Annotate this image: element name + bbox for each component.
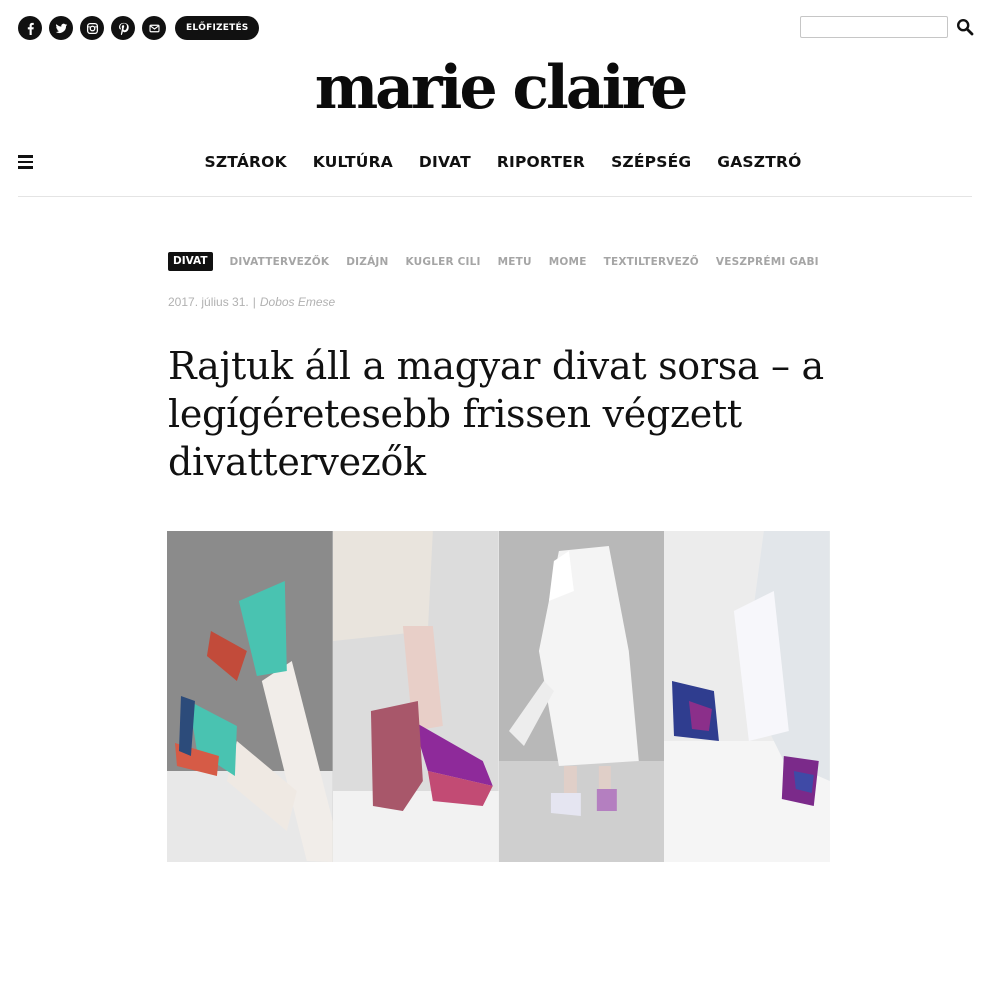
tag-link[interactable]: METU xyxy=(498,256,532,268)
search-icon[interactable] xyxy=(956,18,974,36)
mail-icon[interactable] xyxy=(142,16,166,40)
nav-item-szepseg[interactable]: SZÉPSÉG xyxy=(611,151,691,173)
nav-item-kultura[interactable]: KULTÚRA xyxy=(313,151,393,173)
hero-image xyxy=(167,531,830,862)
tag-link[interactable]: TEXTILTERVEZŐ xyxy=(604,256,699,268)
category-badge[interactable]: DIVAT xyxy=(168,252,213,271)
article-date: 2017. július 31. xyxy=(168,295,249,309)
social-bar: ELŐFIZETÉS xyxy=(18,16,260,40)
hero-panel-purple-shoe xyxy=(332,531,499,862)
tag-link[interactable]: MOME xyxy=(549,256,587,268)
hero-panel-sheer-fabric xyxy=(664,531,830,862)
tag-link[interactable]: KUGLER CILI xyxy=(406,256,481,268)
site-logo[interactable]: marie claire xyxy=(0,48,1000,128)
search-bar xyxy=(800,16,974,38)
hero-panel-teal-shoes xyxy=(167,531,333,862)
nav-item-sztarok[interactable]: SZTÁROK xyxy=(204,151,286,173)
nav-item-gasztro[interactable]: GASZTRÓ xyxy=(717,151,801,173)
instagram-icon[interactable] xyxy=(80,16,104,40)
search-input[interactable] xyxy=(800,16,948,38)
nav-item-riporter[interactable]: RIPORTER xyxy=(497,151,585,173)
meta-separator: | xyxy=(252,295,256,309)
pinterest-icon[interactable] xyxy=(111,16,135,40)
subscribe-button[interactable]: ELŐFIZETÉS xyxy=(175,16,260,40)
tag-link[interactable]: VESZPRÉMI GABI xyxy=(716,256,819,268)
article-title: Rajtuk áll a magyar divat sorsa – a legí… xyxy=(168,344,824,484)
article-meta: 2017. július 31. | Dobos Emese xyxy=(168,295,335,309)
header-divider xyxy=(18,196,972,197)
facebook-icon[interactable] xyxy=(18,16,42,40)
article-author[interactable]: Dobos Emese xyxy=(260,295,335,309)
tag-link[interactable]: DIZÁJN xyxy=(346,256,388,268)
tag-link[interactable]: DIVATTERVEZŐK xyxy=(230,256,330,268)
article-tags: DIVAT DIVATTERVEZŐK DIZÁJN KUGLER CILI M… xyxy=(168,252,819,271)
main-nav: SZTÁROK KULTÚRA DIVAT RIPORTER SZÉPSÉG G… xyxy=(0,151,1000,173)
twitter-icon[interactable] xyxy=(49,16,73,40)
nav-item-divat[interactable]: DIVAT xyxy=(419,151,471,173)
hero-panel-white-outfit xyxy=(498,531,665,862)
